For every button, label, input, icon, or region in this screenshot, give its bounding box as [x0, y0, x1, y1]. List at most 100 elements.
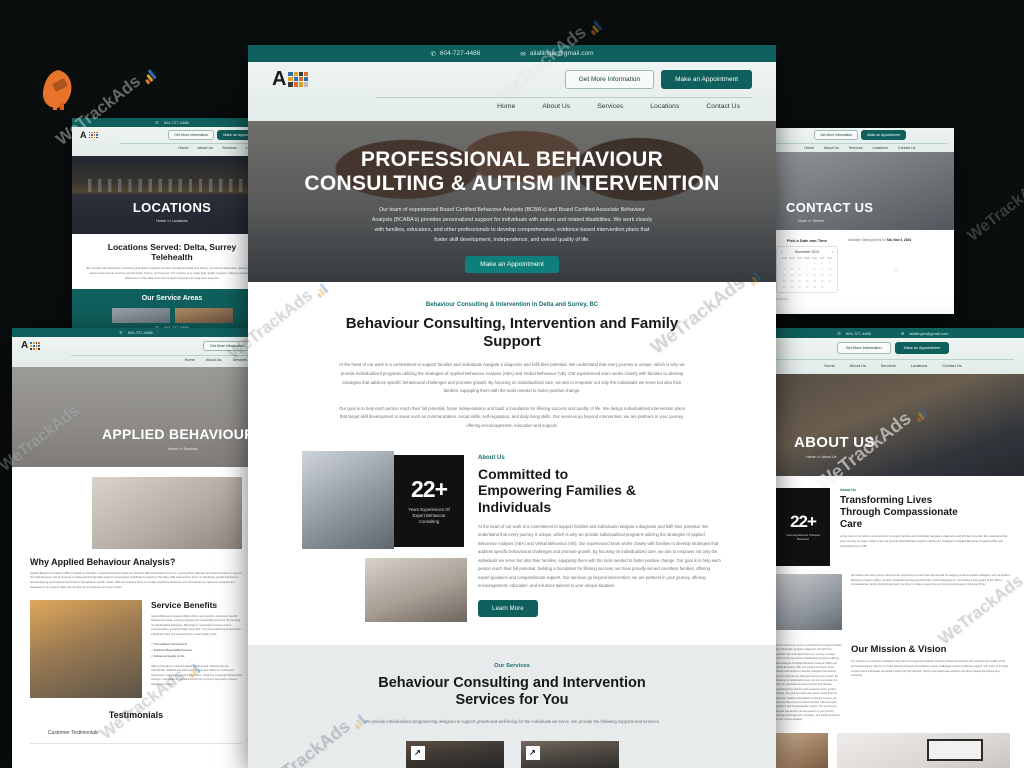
page-locations[interactable]: ✆ 604-727-4486 A Get More Information Ma…	[72, 118, 272, 332]
topbar-email[interactable]: ✉ aliallinger@gmail.com	[520, 50, 593, 58]
contact-nav: Get More Information Make an Appointment…	[766, 128, 954, 152]
email-address: aliallinger@gmail.com	[529, 50, 594, 57]
aba-benefits-heading: Service Benefits	[151, 600, 218, 611]
nav-about[interactable]: About Us	[206, 358, 222, 362]
bar-chart-icon	[135, 62, 157, 85]
intro-section: Behaviour Consulting & Intervention in D…	[248, 282, 776, 447]
get-more-information-button[interactable]: Get More Information	[168, 130, 215, 140]
aba-nav: A Get More Information Home About Us Ser…	[12, 337, 260, 367]
envelope-icon: ✉ aliallinger@gmail.com	[900, 330, 949, 336]
get-more-information-button[interactable]: Get More Information	[203, 340, 251, 351]
nav-about[interactable]: About Us	[850, 363, 866, 368]
nav-home[interactable]: Home	[804, 146, 814, 150]
nav-services[interactable]: Services	[597, 103, 623, 110]
stat-label: Years Experiences Of Expert Behaviour Co…	[408, 507, 450, 524]
service-card-consulting[interactable]: ↗ Behaviour Consulting & Intervention Ou…	[520, 740, 619, 768]
nav-locations[interactable]: Locations	[650, 103, 679, 110]
get-more-information-button[interactable]: Get More Information	[836, 342, 891, 354]
aba-benefits-paragraph-2: ABA is grounded in evidence-based practi…	[151, 664, 242, 686]
nav-home[interactable]: Home	[178, 146, 188, 150]
nav-contact[interactable]: Contact Us	[898, 146, 916, 150]
services-title-line-1: Behaviour Consulting and Intervention	[378, 674, 646, 691]
nav-services[interactable]: Services	[232, 358, 247, 362]
about-title-line-2: Empowering Families &	[478, 482, 636, 499]
locations-hero: LOCATIONS Home >> Locations	[72, 156, 272, 234]
intro-paragraph-2: Our goal is to help each person reach th…	[339, 405, 685, 428]
aba-benefits-photo	[30, 600, 142, 699]
about-side-paragraph: At the heart of our work is a commitment…	[776, 644, 842, 722]
contact-hero-title: CONTACT US	[786, 200, 874, 216]
logo[interactable]: A	[272, 68, 309, 90]
chevron-down-icon[interactable]: ⌄	[836, 297, 838, 301]
contact-hero: CONTACT US Home >> Service	[766, 152, 954, 230]
aba-breadcrumb: Home >> Services	[168, 446, 198, 451]
check-icon: ✓	[151, 642, 154, 647]
logo[interactable]: A	[21, 340, 41, 351]
service-card-aba[interactable]: ↗ Applied Behaviour Analysis Applied Beh…	[405, 740, 504, 768]
about-stat-card: 22+ Years Experiences Of Expert Behaviou…	[394, 454, 464, 547]
mission-vision-title: Our Mission & Vision	[851, 644, 947, 655]
orange-decorative-icon	[42, 70, 72, 110]
hero-cta-button[interactable]: Make an Appointment	[465, 255, 559, 273]
page-about-us[interactable]: ✆ 604-727-4486 ✉ aliallinger@gmail.com G…	[762, 328, 1024, 768]
nav-contact-us[interactable]: Contact Us	[706, 103, 740, 110]
nav-locations[interactable]: Locations	[873, 146, 888, 150]
contact-breadcrumb: Home >> Service	[798, 218, 825, 223]
calendar-month-year: November 2024	[794, 250, 820, 254]
arrow-up-right-icon[interactable]: ↗	[410, 745, 425, 760]
logo-letter: A	[272, 68, 287, 90]
page-applied-behaviour-analysis[interactable]: ✆ 604-727-4486 A Get More Information Ho…	[12, 328, 260, 768]
phone-number: 604-727-4486	[439, 50, 481, 57]
mosaic-blocks-logo	[288, 71, 309, 87]
mosaic-blocks-logo	[88, 131, 98, 139]
make-an-appointment-button[interactable]: Make an Appointment	[894, 342, 950, 354]
availability-label: Available Starting times for Sat, Nov 2,…	[848, 238, 912, 242]
check-icon: ✓	[151, 653, 154, 658]
intro-title: Behaviour Consulting, Intervention and F…	[345, 315, 679, 350]
intro-paragraph-1: At the heart of our work is a commitment…	[339, 362, 685, 394]
about-title-line-3: Individuals	[478, 498, 552, 515]
calendar-widget[interactable]: ‹ November 2024 › SUN MON TUE WED THU FRI SAT …	[776, 246, 838, 293]
timezone-label: Timezone	[776, 297, 789, 301]
nav-home[interactable]: Home	[824, 363, 834, 368]
stat-label: Years Experiences Of Expert Behaviour	[785, 534, 821, 541]
calendar-days-grid[interactable]: 123 4 5 6 7 8 9 10 11 12 13 14 15 16 17 18 19 20 21 22 23…	[781, 262, 833, 289]
about-heading-1: Transforming Lives	[840, 495, 933, 506]
learn-more-button[interactable]: Learn More	[478, 600, 538, 618]
nav-about[interactable]: About Us	[824, 146, 839, 150]
nav-about-us[interactable]: About Us	[542, 103, 570, 110]
about-nav: Get More Information Make an Appointment…	[762, 338, 1024, 374]
intro-eyebrow: Behaviour Consulting & Intervention in D…	[425, 302, 599, 308]
mission-vision-paragraph: Our mission is to empower individuals wi…	[851, 660, 1009, 678]
nav-services[interactable]: Services	[222, 146, 237, 150]
mockup-stage: ✆ 604-727-4486 A Get More Information Ma…	[0, 0, 1024, 768]
about-paragraph-2: We believe that every person deserves th…	[851, 574, 1010, 587]
about-photo	[776, 732, 828, 768]
logo[interactable]: A	[80, 130, 98, 140]
make-an-appointment-button[interactable]: Make an Appointment	[861, 130, 906, 140]
nav-locations[interactable]: Locations	[911, 363, 928, 368]
locations-hero-title: LOCATIONS	[132, 200, 212, 216]
page-home-foreground[interactable]: ✆ 604-727-4486 ✉ aliallinger@gmail.com A	[248, 45, 776, 768]
services-section: Our Services Behaviour Consulting and In…	[248, 644, 776, 768]
aba-benefits-list: ✓ Personalized Interventions ✓ Evidence-…	[151, 642, 242, 660]
get-more-information-button[interactable]: Get More Information	[814, 130, 859, 140]
stat-number: 22+	[790, 512, 817, 532]
nav-services[interactable]: Services	[881, 363, 896, 368]
chevron-right-icon[interactable]: ›	[832, 250, 833, 254]
about-paragraph: At the heart of our work is a commitment…	[478, 524, 721, 588]
header-nav-top: A Get More Information Make an Appointme…	[272, 69, 752, 89]
nav-services[interactable]: Services	[849, 146, 863, 150]
arrow-up-right-icon[interactable]: ↗	[525, 745, 540, 760]
nav-about[interactable]: About Us	[198, 146, 214, 150]
make-an-appointment-button[interactable]: Make an Appointment	[661, 69, 752, 89]
page-contact[interactable]: Get More Information Make an Appointment…	[766, 128, 954, 314]
get-more-information-button[interactable]: Get More Information	[564, 69, 655, 89]
nav-contact[interactable]: Contact Us	[942, 363, 961, 368]
about-topbar: ✆ 604-727-4486 ✉ aliallinger@gmail.com	[762, 328, 1024, 338]
locations-topbar: ✆ 604-727-4486	[72, 118, 272, 127]
chevron-left-icon[interactable]: ‹	[781, 250, 782, 254]
nav-home[interactable]: Home	[497, 103, 515, 110]
nav-home[interactable]: Home	[185, 358, 195, 362]
topbar-phone[interactable]: ✆ 604-727-4486	[430, 50, 480, 58]
